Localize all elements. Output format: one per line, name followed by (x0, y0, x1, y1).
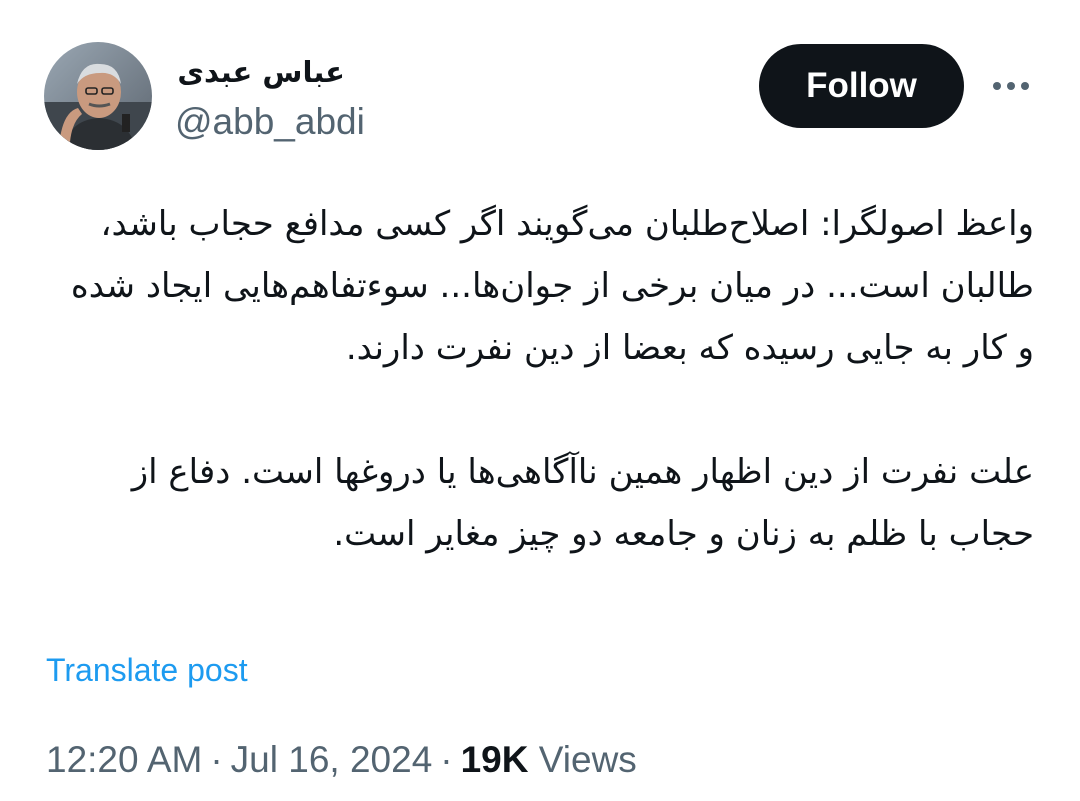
views-label[interactable]: Views (539, 739, 637, 780)
avatar-image (44, 42, 152, 150)
tweet-paragraph: واعظ اصولگرا: اصلاح‌طلبان می‌گویند اگر ک… (70, 204, 1034, 368)
meta-separator: · (440, 739, 453, 780)
tweet-meta: 12:20 AM · Jul 16, 2024 · 19K Views (46, 736, 637, 784)
tweet-text: واعظ اصولگرا: اصلاح‌طلبان می‌گویند اگر ک… (48, 193, 1034, 565)
more-button[interactable] (984, 66, 1038, 106)
user-handle[interactable]: @abb_abdi (175, 100, 365, 144)
follow-button[interactable]: Follow (759, 44, 964, 128)
more-horizontal-icon (993, 82, 1029, 90)
views-count[interactable]: 19K (461, 739, 529, 780)
tweet-time[interactable]: 12:20 AM (46, 739, 202, 780)
tweet-paragraph: علت نفرت از دین اظهار همین ناآگاهی‌ها یا… (131, 452, 1034, 554)
tweet-date[interactable]: Jul 16, 2024 (231, 739, 433, 780)
display-name[interactable]: عباس عبدی (175, 52, 345, 92)
avatar[interactable] (44, 42, 152, 150)
meta-separator: · (210, 739, 223, 780)
translate-post-link[interactable]: Translate post (46, 650, 248, 690)
